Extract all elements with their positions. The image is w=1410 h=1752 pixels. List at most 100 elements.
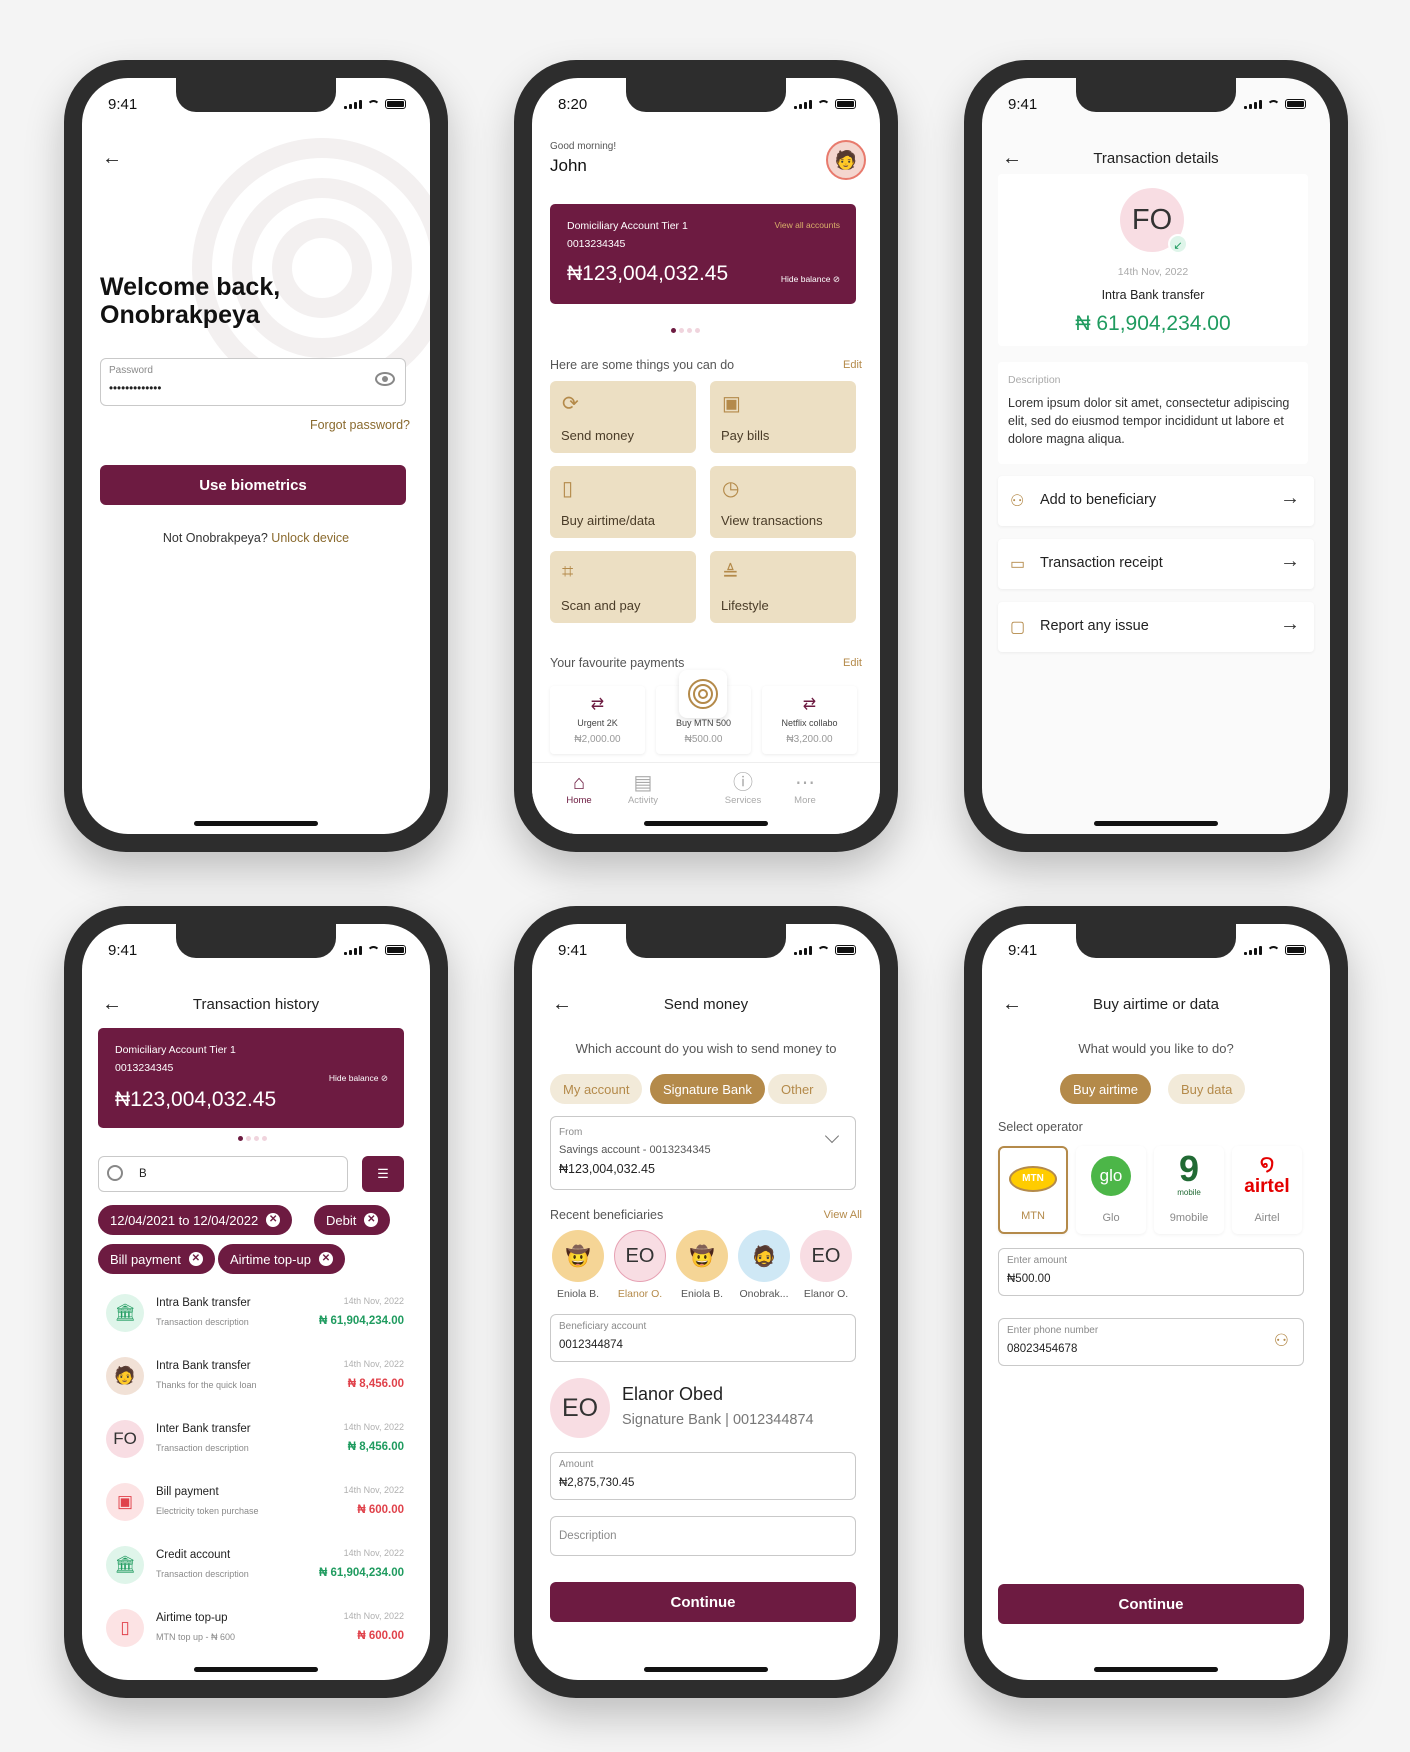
field-label: Enter amount (1007, 1255, 1068, 1266)
search-input[interactable]: B (98, 1156, 348, 1192)
operator-glo[interactable]: glo Glo (1076, 1146, 1146, 1234)
password-field[interactable]: Password ••••••••••••• (100, 358, 406, 406)
transaction-row[interactable]: 🏛 Intra Bank transfer Transaction descript… (98, 1284, 414, 1340)
user-name: John (550, 156, 587, 175)
balance-amount: ₦123,004,032.45 (115, 1088, 277, 1111)
balance-card: Domiciliary Account Tier 1 0013234345 Vi… (550, 204, 856, 304)
glo-logo-icon: glo (1091, 1156, 1131, 1196)
transaction-row[interactable]: 🏛 Credit account Transaction description 14… (98, 1536, 414, 1592)
tab-more[interactable]: ⋯ More (780, 771, 830, 806)
phone-transaction-history: 9:41 ← Transaction history Domiciliary A… (64, 906, 448, 1698)
contacts-icon[interactable]: ⚇ (1274, 1331, 1289, 1351)
continue-button[interactable]: Continue (550, 1582, 856, 1622)
tab-label: Activity (627, 795, 659, 806)
back-arrow-icon[interactable]: ← (102, 148, 122, 168)
filter-debit[interactable]: Debit ✕ (314, 1205, 391, 1235)
row-name: Intra Bank transfer (156, 1297, 251, 1309)
edit-favourites[interactable]: Edit (843, 657, 862, 669)
avatar: 🧑 (106, 1357, 144, 1395)
fav-netflix[interactable]: ⇄ Netflix collabo ₦3,200.00 (762, 686, 857, 754)
filter-button[interactable]: ☰ (362, 1156, 404, 1192)
phone-home: 8:20 Good morning! John 🧑 Domiciliary Ac… (514, 60, 898, 852)
operator-airtel[interactable]: ໑ airtel Airtel (1232, 1146, 1302, 1234)
tile-view-transactions[interactable]: ◷ View transactions (710, 466, 856, 538)
remove-filter-icon[interactable]: ✕ (188, 1252, 203, 1266)
tab-activity[interactable]: ▤ Activity (618, 771, 668, 806)
forgot-password-link[interactable]: Forgot password? (310, 418, 410, 432)
continue-button[interactable]: Continue (998, 1584, 1304, 1624)
report-issue-action[interactable]: ▢ Report any issue → (998, 602, 1314, 652)
tab-services[interactable]: ⓘ Services (718, 771, 768, 806)
beneficiary-avatar[interactable]: 🤠 (552, 1230, 604, 1282)
unlock-device-link[interactable]: Unlock device (271, 531, 349, 545)
home-indicator (1094, 1667, 1218, 1672)
beneficiary-avatar[interactable]: EO (614, 1230, 666, 1282)
eye-icon[interactable] (375, 372, 395, 386)
hide-balance-toggle[interactable]: Hide balance ⊘ (329, 1073, 388, 1084)
operator-9mobile[interactable]: 9 mobile 9mobile (1154, 1146, 1224, 1234)
tab-label: More (794, 795, 816, 806)
field-label: Beneficiary account (559, 1321, 647, 1332)
beneficiary-avatar[interactable]: EO (800, 1230, 852, 1282)
tile-scan-and-pay[interactable]: ⌗ Scan and pay (550, 551, 696, 623)
operator-mtn[interactable]: MTN MTN (998, 1146, 1068, 1234)
tile-lifestyle[interactable]: ≜ Lifestyle (710, 551, 856, 623)
row-date: 14th Nov, 2022 (343, 1611, 404, 1621)
transaction-row[interactable]: FO Inter Bank transfer Transaction descrip… (98, 1410, 414, 1466)
status-time: 9:41 (108, 942, 138, 959)
row-amount: ₦ 8,456.00 (347, 1378, 404, 1390)
chip-buy-airtime[interactable]: Buy airtime (1060, 1074, 1152, 1104)
tile-pay-bills[interactable]: ▣ Pay bills (710, 381, 856, 453)
remove-filter-icon[interactable]: ✕ (364, 1213, 379, 1227)
filter-bill-payment[interactable]: Bill payment ✕ (98, 1244, 215, 1274)
signal-icon (1244, 99, 1262, 109)
tab-home[interactable]: ⌂ Home (554, 771, 604, 806)
chip-buy-data[interactable]: Buy data (1168, 1074, 1246, 1104)
beneficiary-avatar[interactable]: 🤠 (676, 1230, 728, 1282)
status-time: 9:41 (558, 942, 588, 959)
edit-quick-actions[interactable]: Edit (843, 359, 862, 371)
beneficiary-account-field[interactable]: Beneficiary account 0012344874 (550, 1314, 856, 1362)
from-account-select[interactable]: From Savings account - 0013234345 ₦123,0… (550, 1116, 856, 1190)
welcome-title: Welcome back, Onobrakpeya (100, 273, 280, 329)
fav-name: Urgent 2K (577, 718, 618, 728)
filter-airtime-topup[interactable]: Airtime top-up ✕ (218, 1244, 345, 1274)
remove-filter-icon[interactable]: ✕ (318, 1252, 333, 1266)
view-all-accounts-link[interactable]: View all accounts (774, 220, 840, 230)
transaction-row[interactable]: 🧑 Intra Bank transfer Thanks for the quick… (98, 1347, 414, 1403)
use-biometrics-button[interactable]: Use biometrics (100, 465, 406, 505)
view-all-beneficiaries[interactable]: View All (824, 1209, 862, 1221)
remove-filter-icon[interactable]: ✕ (266, 1213, 281, 1227)
chip-my-account[interactable]: My account (550, 1074, 643, 1104)
signal-icon (794, 99, 812, 109)
balance-amount: ₦123,004,032.45 (567, 262, 729, 285)
phone-login: 9:41 ← Welcome back, Onobrakpeya Passwor… (64, 60, 448, 852)
chip-signature-bank[interactable]: Signature Bank (650, 1074, 765, 1104)
amount-field[interactable]: Amount ₦2,875,730.45 (550, 1452, 856, 1500)
filter-date-range[interactable]: 12/04/2021 to 12/04/2022 ✕ (98, 1205, 293, 1235)
hide-balance-toggle[interactable]: Hide balance ⊘ (781, 274, 840, 285)
fingerprint-button[interactable] (679, 670, 727, 718)
description-field[interactable]: Description (550, 1516, 856, 1556)
action-label: Transaction receipt (1040, 555, 1163, 571)
transaction-receipt-action[interactable]: ▭ Transaction receipt → (998, 539, 1314, 589)
amount-field[interactable]: Enter amount ₦500.00 (998, 1248, 1304, 1296)
chip-other[interactable]: Other (768, 1074, 827, 1104)
fav-urgent-2k[interactable]: ⇄ Urgent 2K ₦2,000.00 (550, 686, 645, 754)
tile-buy-airtime[interactable]: ▯ Buy airtime/data (550, 466, 696, 538)
airtel-logo-icon: ໑ airtel (1232, 1150, 1302, 1196)
status-icons (794, 945, 856, 955)
add-beneficiary-action[interactable]: ⚇ Add to beneficiary → (998, 476, 1314, 526)
avatar[interactable]: 🧑 (826, 140, 866, 180)
phone-number-field[interactable]: Enter phone number 08023454678 ⚇ (998, 1318, 1304, 1366)
tile-send-money[interactable]: ⟳ Send money (550, 381, 696, 453)
row-amount: ₦ 600.00 (357, 1504, 404, 1516)
transaction-row[interactable]: ▯ Airtime top-up MTN top up - ₦ 600 14th No… (98, 1599, 414, 1655)
beneficiary-avatar[interactable]: 🧔 (738, 1230, 790, 1282)
row-name: Credit account (156, 1549, 231, 1561)
fav-amount: ₦2,000.00 (574, 734, 621, 745)
transaction-row[interactable]: ▣ Bill payment Electricity token purchase 1… (98, 1473, 414, 1529)
battery-icon (1285, 99, 1306, 109)
send-question: Which account do you wish to send money … (575, 1041, 837, 1056)
select-operator-label: Select operator (998, 1120, 1083, 1134)
